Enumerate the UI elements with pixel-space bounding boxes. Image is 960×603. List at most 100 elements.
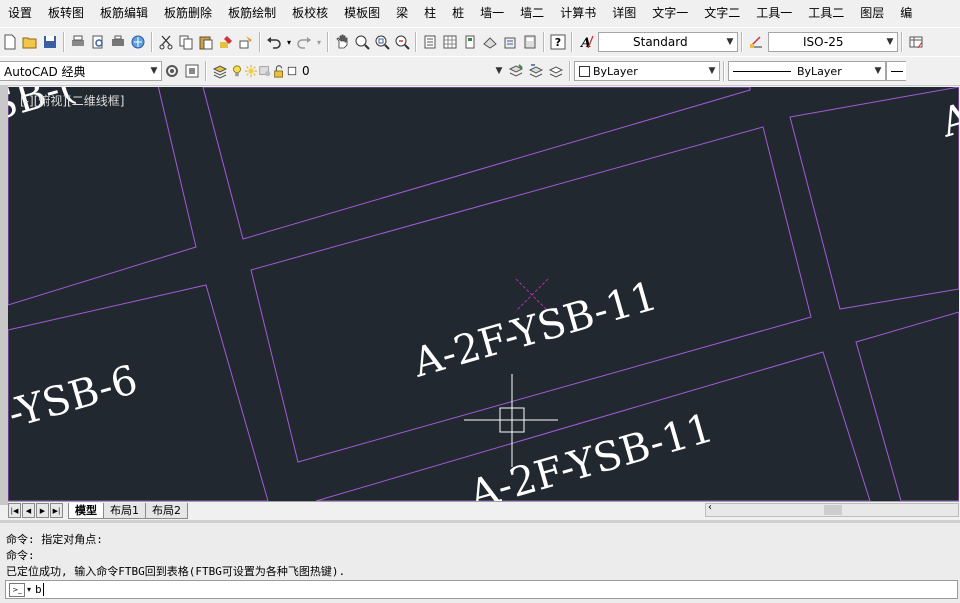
- redo-dropdown-icon[interactable]: ▾: [314, 32, 324, 52]
- menu-item[interactable]: 工具一: [748, 0, 800, 26]
- chevron-down-icon: ▼: [874, 66, 882, 76]
- paste-icon[interactable]: [196, 32, 216, 52]
- publish-icon[interactable]: [128, 32, 148, 52]
- chevron-down-icon: ▼: [150, 66, 158, 76]
- menu-item[interactable]: 板筋编辑: [92, 0, 156, 26]
- menu-item[interactable]: 计算书: [552, 0, 604, 26]
- open-icon[interactable]: [20, 32, 40, 52]
- layer-select[interactable]: 0 ▼: [298, 61, 506, 81]
- sun-icon[interactable]: [244, 61, 258, 81]
- undo-icon[interactable]: [264, 32, 284, 52]
- chevron-down-icon: ▼: [886, 37, 894, 47]
- drawing-svg: SB-( A-2F-YSB-11 A F-YSB-6 A-2F-YSB-11: [8, 87, 959, 501]
- menu-item[interactable]: 图层: [852, 0, 892, 26]
- new-icon[interactable]: [0, 32, 20, 52]
- pan-icon[interactable]: [332, 32, 352, 52]
- make-current-layer-icon[interactable]: [506, 61, 526, 81]
- layer-previous-icon[interactable]: [526, 61, 546, 81]
- copy-icon[interactable]: [176, 32, 196, 52]
- lineweight-select[interactable]: [886, 61, 906, 81]
- scrollbar-thumb[interactable]: [824, 505, 842, 515]
- command-history-line: 已定位成功, 输入命令FTBG回到表格(FTBG可设置为各种飞图热键).: [6, 565, 346, 578]
- help-icon[interactable]: ?: [548, 32, 568, 52]
- tab-layout2[interactable]: 布局2: [145, 502, 188, 519]
- prev-tab-icon[interactable]: ◀: [22, 503, 35, 518]
- menu-item[interactable]: 文字一: [644, 0, 696, 26]
- cut-icon[interactable]: [156, 32, 176, 52]
- menu-item[interactable]: 板转图: [40, 0, 92, 26]
- toolbar-separator: [415, 32, 417, 52]
- layers-toolbar: AutoCAD 经典 ▼ 0 ▼ ByLayer ▼ ByLayer ▼: [0, 56, 960, 86]
- dimension-style-select[interactable]: ISO-25 ▼: [768, 32, 898, 52]
- linetype-sample: [733, 70, 791, 72]
- markup-icon[interactable]: [500, 32, 520, 52]
- lightbulb-icon[interactable]: [230, 61, 244, 81]
- menu-item[interactable]: 桩: [444, 0, 472, 26]
- menu-bar: 设置 板转图 板筋编辑 板筋删除 板筋绘制 板校核 模板图梁柱桩墙一 墙二 计算书 详图 文字一 文字…: [0, 0, 960, 26]
- scroll-left-icon[interactable]: ‹: [708, 502, 712, 513]
- next-tab-icon[interactable]: ▶: [36, 503, 49, 518]
- workspace-settings-icon[interactable]: [162, 61, 182, 81]
- dimension-style-value: ISO-25: [803, 35, 844, 49]
- zoom-window-icon[interactable]: [372, 32, 392, 52]
- zoom-previous-icon[interactable]: [392, 32, 412, 52]
- menu-item[interactable]: 工具二: [800, 0, 852, 26]
- menu-item[interactable]: 梁: [388, 0, 416, 26]
- text-style-value: Standard: [633, 35, 688, 49]
- tab-layout1[interactable]: 布局1: [103, 502, 146, 519]
- menu-item[interactable]: 详图: [604, 0, 644, 26]
- toolbar-separator: [571, 32, 573, 52]
- text-caret: [42, 583, 44, 596]
- block-editor-icon[interactable]: [236, 32, 256, 52]
- menu-item[interactable]: 设置: [0, 0, 40, 26]
- toolbar-separator: [723, 61, 725, 81]
- print-preview-icon[interactable]: [88, 32, 108, 52]
- print-icon[interactable]: [68, 32, 88, 52]
- horizontal-scrollbar[interactable]: ‹: [705, 502, 959, 517]
- properties-icon[interactable]: [420, 32, 440, 52]
- unlock-icon[interactable]: [272, 61, 286, 81]
- command-input[interactable]: >_ ▾ b: [5, 580, 958, 599]
- command-dropdown-icon[interactable]: ▾: [27, 585, 31, 594]
- tool-palettes-icon[interactable]: [460, 32, 480, 52]
- first-tab-icon[interactable]: |◀: [8, 503, 21, 518]
- calculator-icon[interactable]: [520, 32, 540, 52]
- menu-item[interactable]: 墙二: [512, 0, 552, 26]
- viewport-layer-icon[interactable]: [258, 61, 272, 81]
- zoom-realtime-icon[interactable]: [352, 32, 372, 52]
- customize-icon[interactable]: [182, 61, 202, 81]
- menu-item[interactable]: 板筋绘制: [220, 0, 284, 26]
- workspace-select[interactable]: AutoCAD 经典 ▼: [0, 61, 162, 81]
- chevron-down-icon: ▼: [708, 66, 716, 76]
- color-select[interactable]: ByLayer ▼: [574, 61, 720, 81]
- chevron-down-icon: ▼: [495, 66, 503, 76]
- command-prompt-icon[interactable]: >_: [9, 582, 25, 597]
- viewport-controls-label[interactable]: [-][俯视][二维线框]: [20, 92, 124, 109]
- plot-icon[interactable]: [108, 32, 128, 52]
- undo-dropdown-icon[interactable]: ▾: [284, 32, 294, 52]
- dimension-style-icon[interactable]: [746, 32, 766, 52]
- layer-state-icon[interactable]: [546, 61, 566, 81]
- menu-item[interactable]: 墙一: [472, 0, 512, 26]
- toolbar-separator: [569, 61, 571, 81]
- design-center-icon[interactable]: [440, 32, 460, 52]
- last-tab-icon[interactable]: ▶|: [50, 503, 63, 518]
- linetype-value: ByLayer: [733, 65, 842, 78]
- table-style-icon[interactable]: [906, 32, 926, 52]
- menu-item[interactable]: 编: [892, 0, 920, 26]
- menu-item[interactable]: 文字二: [696, 0, 748, 26]
- drawing-canvas[interactable]: SB-( A-2F-YSB-11 A F-YSB-6 A-2F-YSB-11: [8, 87, 959, 501]
- menu-item[interactable]: 柱: [416, 0, 444, 26]
- linetype-select[interactable]: ByLayer ▼: [728, 61, 886, 81]
- tab-model[interactable]: 模型: [68, 502, 104, 519]
- save-icon[interactable]: [40, 32, 60, 52]
- menu-item[interactable]: 板校核: [284, 0, 336, 26]
- menu-item[interactable]: 模板图: [336, 0, 388, 26]
- redo-icon[interactable]: [294, 32, 314, 52]
- menu-item[interactable]: 板筋删除: [156, 0, 220, 26]
- sheet-set-icon[interactable]: [480, 32, 500, 52]
- text-style-icon[interactable]: A: [576, 32, 596, 52]
- text-style-select[interactable]: Standard ▼: [598, 32, 738, 52]
- layer-properties-icon[interactable]: [210, 61, 230, 81]
- match-properties-icon[interactable]: [216, 32, 236, 52]
